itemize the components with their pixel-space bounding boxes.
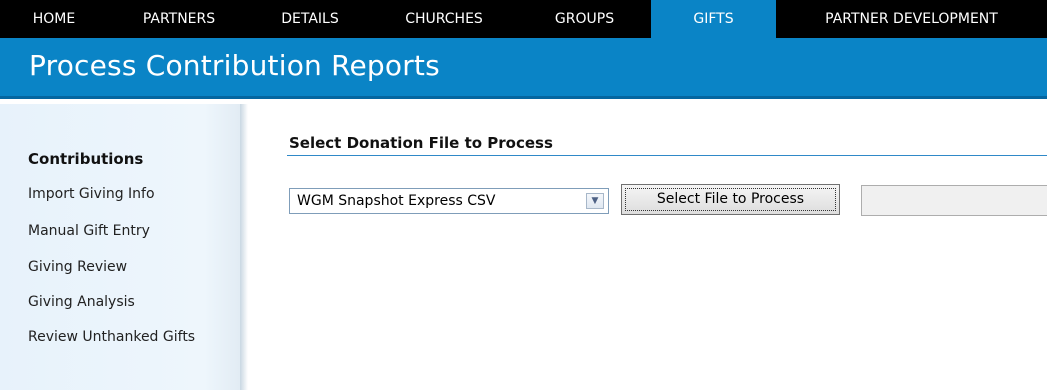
sidebar-shadow — [240, 104, 248, 390]
section-title: Select Donation File to Process — [289, 134, 553, 152]
top-nav-bar: HOME PARTNERS DETAILS CHURCHES GROUPS GI… — [0, 0, 1047, 38]
nav-item-home[interactable]: HOME — [0, 0, 108, 38]
file-path-field[interactable] — [861, 185, 1047, 216]
file-type-select[interactable]: WGM Snapshot Express CSV ▼ — [289, 188, 609, 214]
sidebar-heading: Contributions — [28, 150, 144, 168]
nav-item-gifts[interactable]: GIFTS — [651, 0, 776, 38]
sidebar-item-review-unthanked-gifts[interactable]: Review Unthanked Gifts — [28, 329, 195, 345]
chevron-down-icon[interactable]: ▼ — [586, 193, 604, 209]
sidebar-item-giving-review[interactable]: Giving Review — [28, 259, 127, 275]
nav-item-churches[interactable]: CHURCHES — [370, 0, 518, 38]
file-type-select-value: WGM Snapshot Express CSV — [297, 193, 496, 209]
select-file-button-label: Select File to Process — [656, 191, 805, 207]
nav-item-details[interactable]: DETAILS — [250, 0, 370, 38]
nav-item-partner-development[interactable]: PARTNER DEVELOPMENT — [776, 0, 1047, 38]
sidebar — [0, 104, 240, 390]
nav-item-groups[interactable]: GROUPS — [518, 0, 651, 38]
select-file-button[interactable]: Select File to Process — [621, 184, 840, 215]
page-title: Process Contribution Reports — [29, 49, 440, 82]
sidebar-item-manual-gift-entry[interactable]: Manual Gift Entry — [28, 223, 150, 239]
title-bar: Process Contribution Reports — [0, 38, 1047, 96]
nav-item-partners[interactable]: PARTNERS — [108, 0, 250, 38]
title-divider — [0, 96, 1047, 99]
section-divider — [287, 155, 1047, 156]
sidebar-item-import-giving-info[interactable]: Import Giving Info — [28, 186, 155, 202]
sidebar-item-giving-analysis[interactable]: Giving Analysis — [28, 294, 135, 310]
